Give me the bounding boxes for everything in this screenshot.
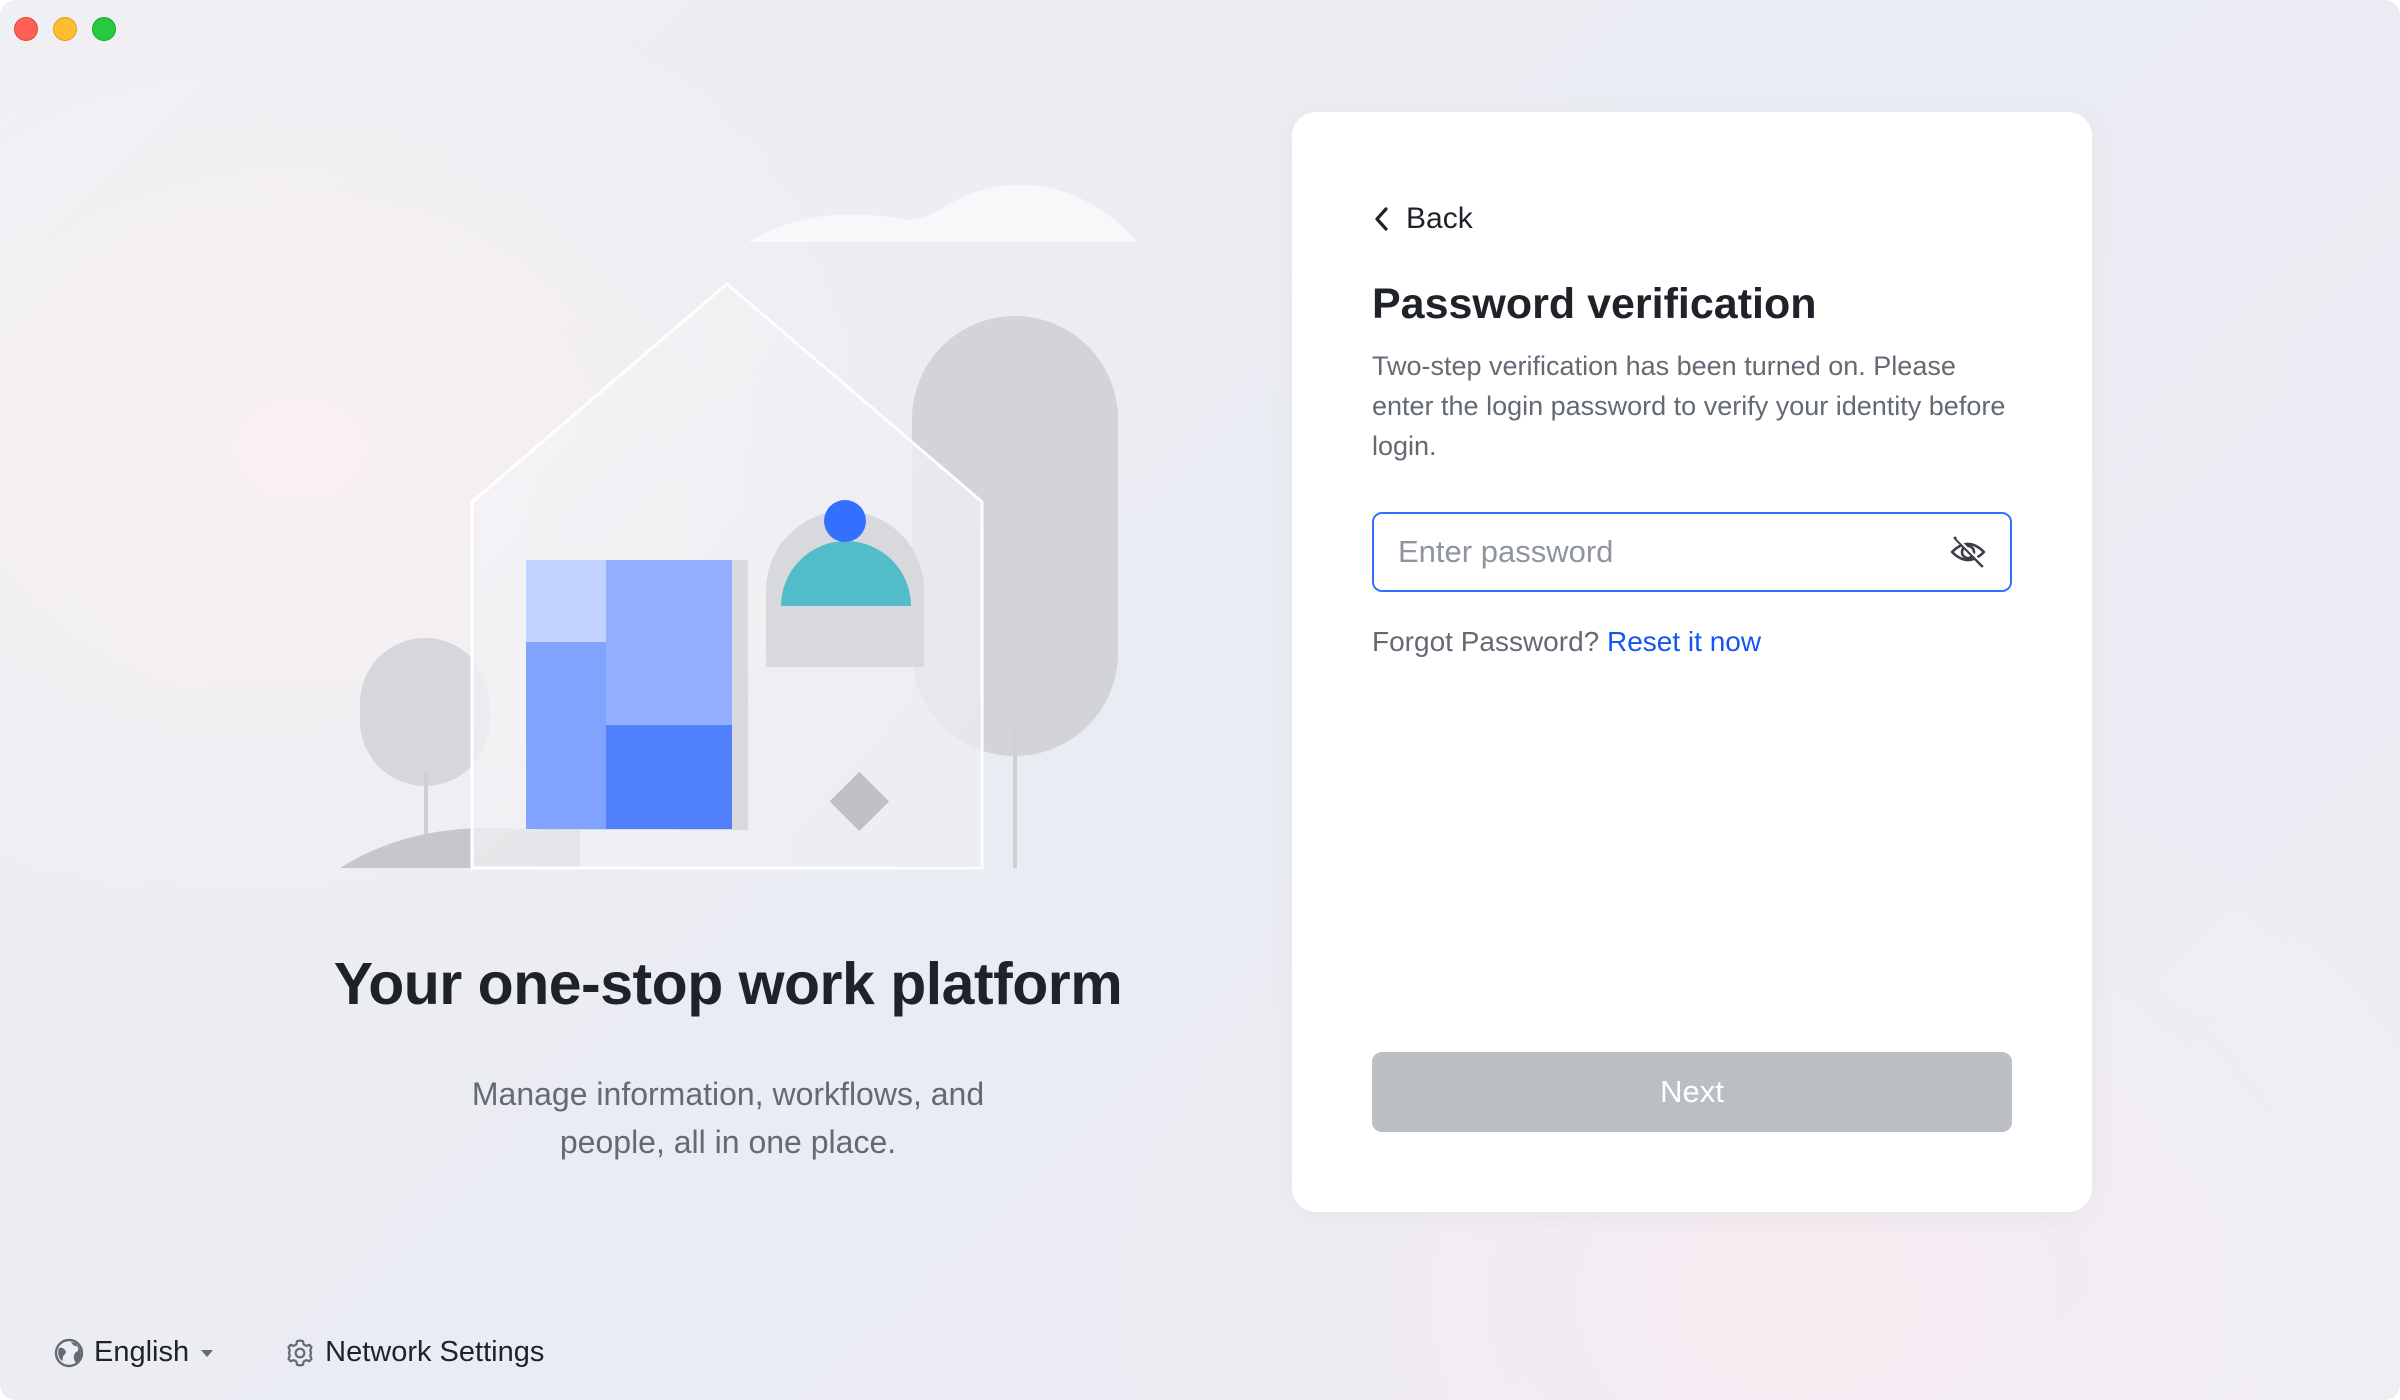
zoom-window-button[interactable] — [92, 17, 116, 41]
card-title: Password verification — [1372, 280, 1817, 328]
minimize-window-button[interactable] — [53, 17, 77, 41]
forgot-password-text: Forgot Password? — [1372, 626, 1600, 657]
gear-icon — [287, 1338, 313, 1367]
language-selector[interactable]: English — [54, 1336, 215, 1369]
password-field[interactable] — [1372, 512, 2012, 592]
next-button[interactable]: Next — [1372, 1052, 2012, 1132]
hero-title: Your one-stop work platform — [333, 951, 1123, 1017]
network-settings-label: Network Settings — [325, 1336, 545, 1368]
eye-off-icon[interactable] — [1948, 532, 1988, 572]
hero-subtitle: Manage information, workflows, and peopl… — [428, 1070, 1028, 1166]
back-label: Back — [1406, 202, 1473, 235]
window-controls — [14, 17, 116, 41]
chevron-left-icon — [1375, 207, 1388, 231]
hero-subtitle-line: people, all in one place. — [559, 1124, 897, 1160]
reset-password-link[interactable]: Reset it now — [1607, 626, 1761, 657]
globe-icon — [54, 1338, 84, 1367]
app-window: Your one-stop work platform Manage infor… — [0, 0, 2400, 1400]
card-description: Two-step verification has been turned on… — [1372, 351, 2006, 461]
language-label: English — [94, 1336, 190, 1368]
password-verification-card: Back Password verification Two-step veri… — [1292, 112, 2092, 1212]
network-settings-button[interactable]: Network Settings — [285, 1336, 544, 1369]
caret-down-icon — [201, 1349, 214, 1357]
house-illustration — [340, 184, 1138, 870]
back-button[interactable]: Back — [1372, 202, 1473, 236]
footer-bar: English Network Settings — [54, 1336, 544, 1369]
close-window-button[interactable] — [14, 17, 38, 41]
blue-block-window — [526, 560, 748, 830]
password-input[interactable] — [1396, 533, 1948, 571]
forgot-password-row: Forgot Password? Reset it now — [1372, 626, 1761, 658]
cloud-shape — [748, 184, 1138, 242]
hero-subtitle-line: Manage information, workflows, and — [471, 1076, 985, 1112]
